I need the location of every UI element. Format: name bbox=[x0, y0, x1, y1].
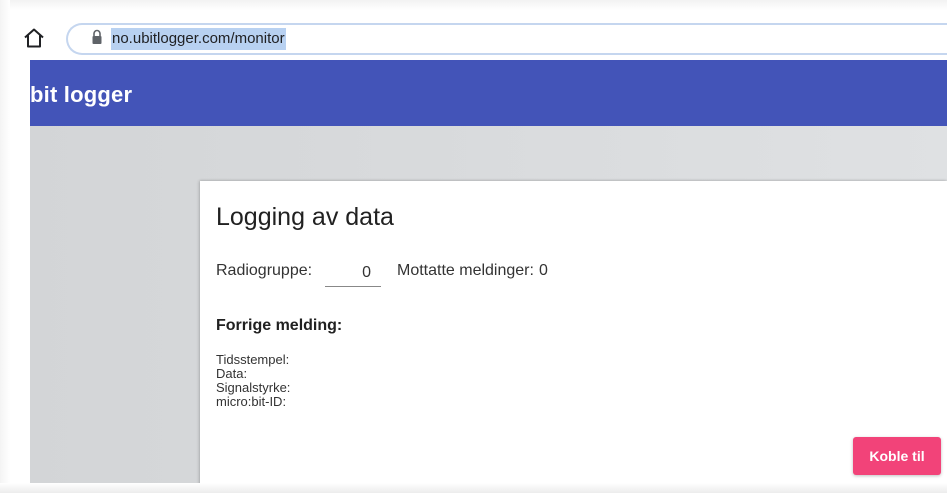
home-icon[interactable] bbox=[22, 26, 46, 50]
radio-group-input[interactable] bbox=[325, 259, 381, 287]
received-messages-label: Mottatte meldinger: bbox=[397, 262, 534, 279]
detail-signal-strength-label: Signalstyrke: bbox=[216, 380, 291, 395]
detail-microbit-id-label: micro:bit-ID: bbox=[216, 394, 287, 409]
radio-group-label: Radiogruppe: bbox=[216, 262, 313, 279]
lock-icon[interactable] bbox=[91, 28, 103, 46]
received-messages-count: 0 bbox=[539, 262, 548, 279]
detail-timestamp-label: Tidsstempel: bbox=[216, 352, 290, 367]
connect-button[interactable]: Koble til bbox=[853, 437, 941, 475]
detail-data-label: Data: bbox=[216, 366, 248, 381]
card-title: Logging av data bbox=[216, 203, 394, 231]
browser-address-bar: no.ubitlogger.com/monitor bbox=[10, 18, 947, 60]
frame-edge-bottom bbox=[0, 483, 947, 493]
previous-message-heading: Forrige melding: bbox=[216, 317, 343, 334]
app-title: bit logger bbox=[30, 82, 133, 107]
frame-edge-left bbox=[0, 0, 10, 493]
logging-card: Logging av data Radiogruppe: Mottatte me… bbox=[200, 181, 947, 486]
message-detail-list: Tidsstempel: Data: Signalstyrke: micro:b… bbox=[216, 353, 290, 409]
frame-edge-top bbox=[0, 0, 947, 10]
url-text[interactable]: no.ubitlogger.com/monitor bbox=[111, 28, 286, 50]
radio-group-row: Radiogruppe: Mottatte meldinger: 0 bbox=[216, 259, 716, 291]
app-header: bit logger bbox=[30, 60, 947, 126]
